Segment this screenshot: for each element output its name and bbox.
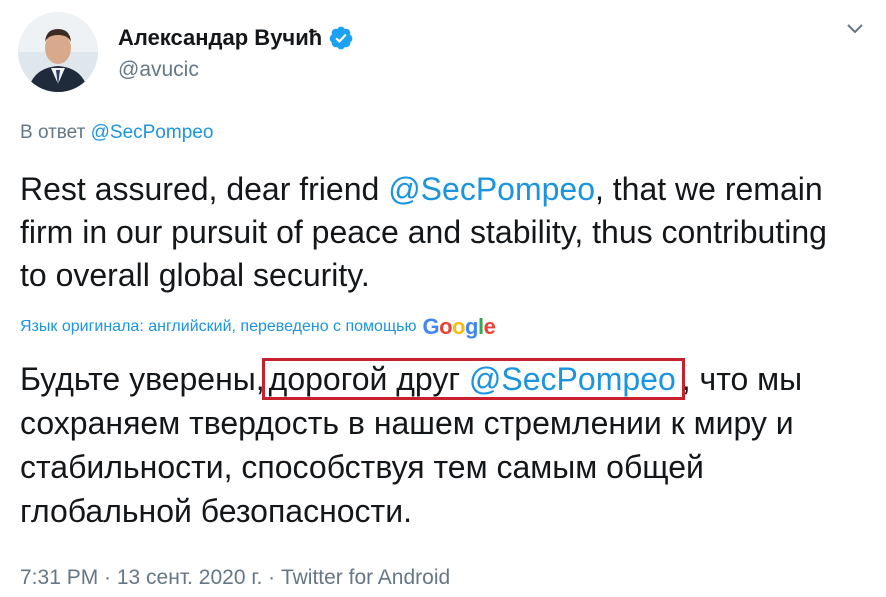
google-logo-letter: G — [422, 314, 440, 339]
translated-tweet-text: Будьте уверены, дорогой друг @SecPompeo, … — [20, 357, 860, 533]
user-info: Александар Вучић @avucic — [118, 25, 354, 82]
tweet-header: Александар Вучић @avucic — [18, 12, 354, 92]
translated-mention-link[interactable]: @SecPompeo — [469, 361, 676, 397]
display-name[interactable]: Александар Вучић — [118, 25, 322, 51]
tweet-timestamp[interactable]: 7:31 PM · 13 сент. 2020 г. · Twitter for… — [20, 566, 450, 590]
name-row: Александар Вучић — [118, 25, 354, 51]
google-logo-letter: o — [452, 314, 465, 339]
translation-note-text: Язык оригинала: английский, переведено с… — [20, 318, 417, 335]
translated-text-part: Будьте уверены, — [20, 361, 265, 397]
reply-prefix: В ответ — [20, 122, 86, 143]
tweet-card: Александар Вучић @avucic В ответ @SecPom… — [0, 0, 886, 597]
highlighted-text: дорогой друг — [268, 361, 469, 397]
reply-context: В ответ @SecPompeo — [20, 122, 213, 144]
verified-badge-icon — [328, 25, 354, 51]
tweet-text-part: Rest assured, dear friend — [20, 171, 389, 207]
tweet-mention-link[interactable]: @SecPompeo — [388, 171, 595, 207]
user-handle[interactable]: @avucic — [118, 58, 354, 82]
google-logo-letter: g — [464, 314, 478, 339]
reply-mention-link[interactable]: @SecPompeo — [91, 122, 214, 143]
google-logo-letter: e — [483, 314, 496, 339]
chevron-down-icon[interactable] — [846, 22, 864, 34]
translation-attribution: Язык оригинала: английский, переведено с… — [20, 316, 496, 338]
avatar[interactable] — [18, 12, 98, 92]
google-logo-letter: o — [439, 314, 453, 339]
highlighted-phrase: дорогой друг @SecPompeo — [261, 358, 685, 400]
tweet-text: Rest assured, dear friend @SecPompeo, th… — [20, 168, 840, 297]
google-logo[interactable]: Google — [422, 316, 495, 338]
